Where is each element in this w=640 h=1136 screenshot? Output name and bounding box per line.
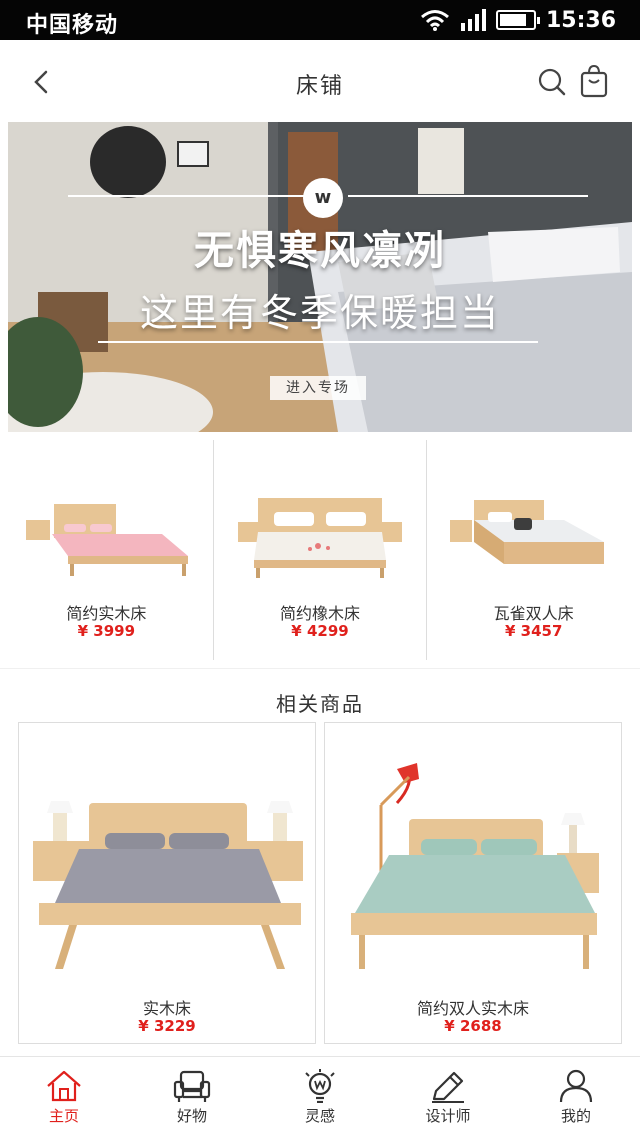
tab-goods[interactable]: 好物 [128,1057,256,1136]
bed-image [238,498,402,578]
related-product-card[interactable]: 简约双人实木床 ¥ 2688 [324,722,622,1044]
featured-product-card[interactable]: 简约橡木床 ¥ 4299 [212,440,427,660]
product-name: 实木床 [142,999,191,1018]
tab-label: 好物 [176,1107,207,1125]
tab-label: 灵感 [304,1107,335,1125]
carrier-name: 中国移动 [26,13,119,38]
tab-inspiration[interactable]: 灵感 [256,1057,384,1136]
tab-label: 设计师 [425,1107,471,1125]
banner-subline: 这里有冬季保暖担当 [139,291,500,335]
promo-banner[interactable]: w 无惧寒风凛冽 这里有冬季保暖担当 进入专场 [8,122,632,432]
tab-mine[interactable]: 我的 [512,1057,640,1136]
tab-designer[interactable]: 设计师 [384,1057,512,1136]
bed-image [33,801,303,969]
clock: 15:36 [545,7,616,33]
battery-icon [495,10,540,30]
signal-icon [460,9,486,31]
featured-product-card[interactable]: 简约实木床 ¥ 3999 [0,440,213,660]
tab-label: 主页 [48,1107,79,1125]
product-price: ¥ 4299 [291,622,349,640]
person-icon [559,1069,593,1103]
home-icon [47,1070,81,1102]
related-section-title: 相关商品 [276,692,364,716]
pencil-icon [432,1071,464,1103]
featured-product-card[interactable]: 瓦雀双人床 ¥ 3457 [426,440,640,660]
product-name: 简约橡木床 [280,604,361,623]
product-name: 瓦雀双人床 [493,604,574,623]
product-price: ¥ 3999 [77,622,136,640]
bed-image [449,500,604,564]
product-price: ¥ 3229 [138,1017,196,1035]
bed-image [26,504,189,576]
tab-home[interactable]: 主页 [0,1057,128,1136]
search-icon[interactable] [536,66,568,98]
product-name: 简约双人实木床 [416,999,529,1018]
bed-image [351,763,599,969]
bottom-tab-bar: 主页 好物 灵感 设计师 我的 [0,1056,640,1136]
product-price: ¥ 3457 [504,622,563,640]
section-divider [0,668,640,669]
tab-label: 我的 [560,1107,591,1125]
armchair-icon [173,1070,211,1102]
banner-headline: 无惧寒风凛冽 [194,228,446,274]
enter-promo-button[interactable]: 进入专场 [270,376,366,400]
banner-logo: w [303,178,343,218]
status-indicators: 15:36 [420,6,616,34]
nav-bar: 床铺 [0,40,640,122]
related-product-card[interactable]: 实木床 ¥ 3229 [18,722,316,1044]
lightbulb-icon [305,1069,335,1103]
featured-products: 简约实木床 ¥ 3999 简约橡木床 ¥ 4299 瓦雀双人床 ¥ 3457 [0,440,640,660]
status-bar: 中国移动 15:36 [0,0,640,40]
product-price: ¥ 2688 [444,1017,502,1035]
shopping-bag-icon[interactable] [578,64,610,98]
wifi-icon [421,10,449,31]
product-name: 简约实木床 [66,604,147,623]
